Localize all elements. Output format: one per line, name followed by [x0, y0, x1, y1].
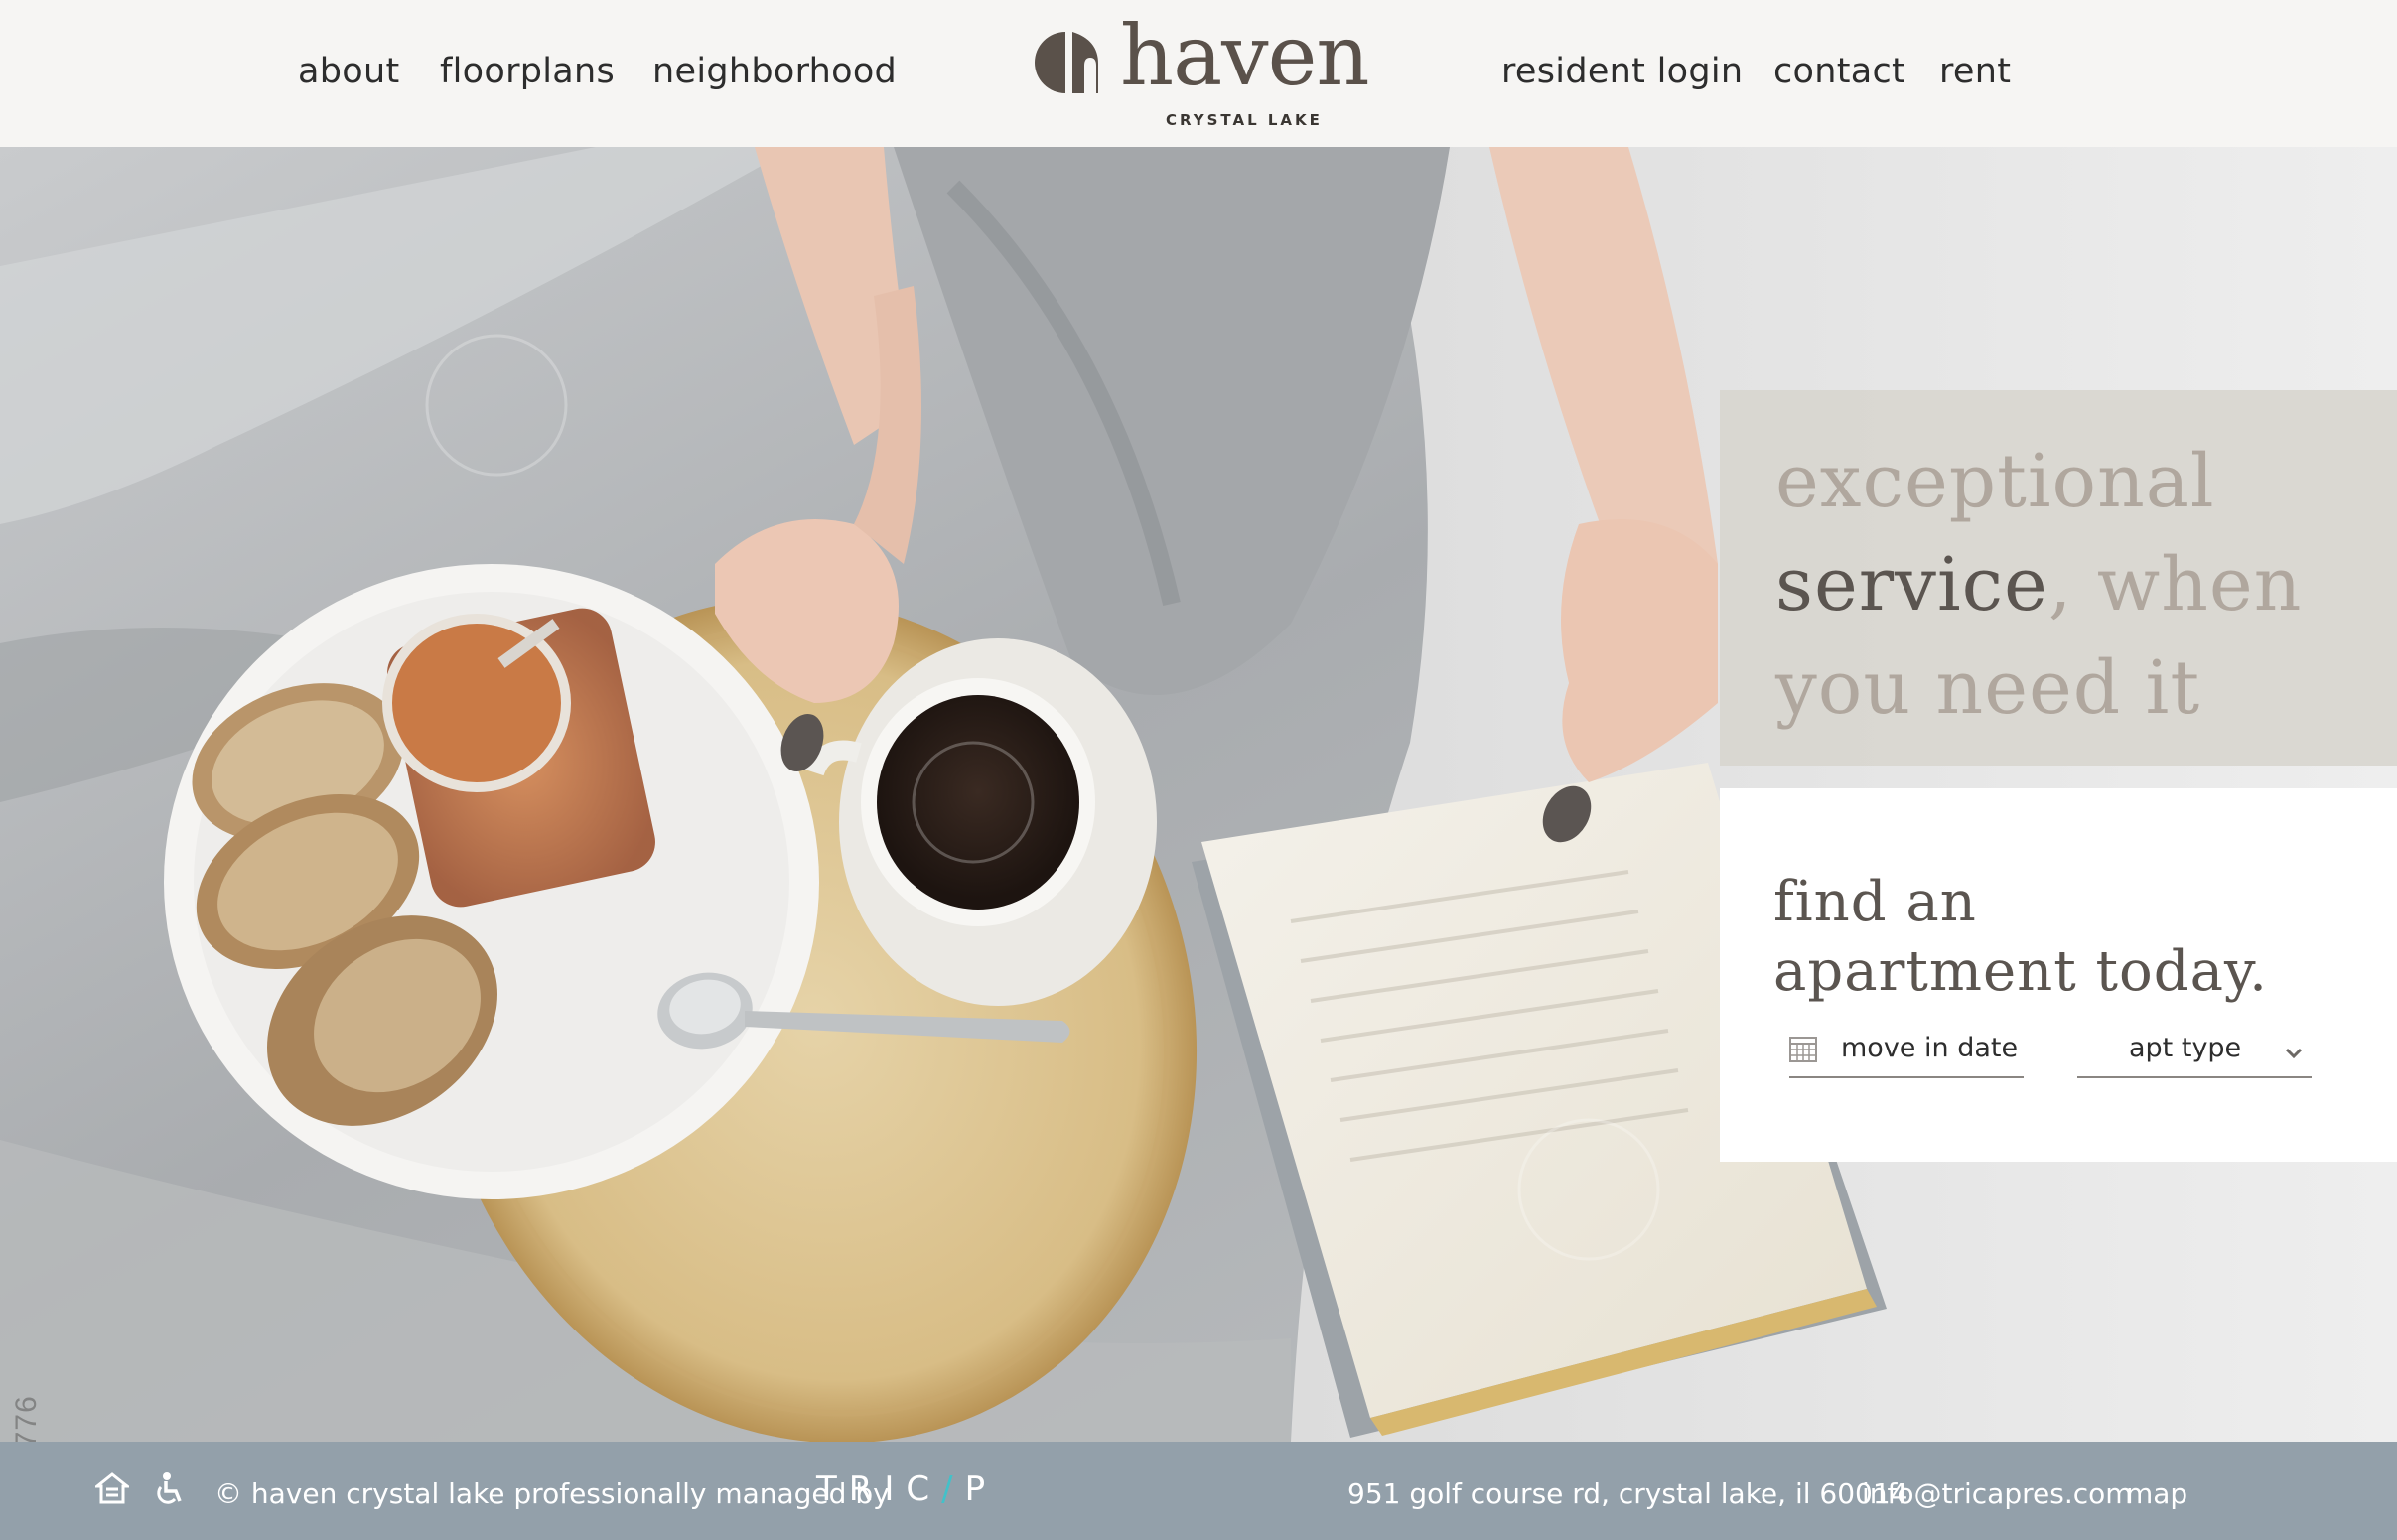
move-in-date-label: move in date — [1841, 1033, 2019, 1063]
nav-about[interactable]: about — [298, 52, 399, 91]
nav-resident-login[interactable]: resident login — [1501, 52, 1743, 91]
footer-copyright: © haven crystal lake professionally mana… — [214, 1477, 890, 1510]
logo-wordmark: haven — [1120, 7, 1369, 104]
apt-type-select[interactable]: apt type — [2077, 1025, 2312, 1078]
logo-subtitle: CRYSTAL LAKE — [1166, 111, 1323, 129]
search-title-line-1: find an — [1773, 870, 1977, 934]
tricap-logo-accent: / — [941, 1470, 965, 1509]
footer-map-link[interactable]: map — [2126, 1477, 2187, 1510]
tagline-panel: exceptional service, when you need it — [1720, 390, 2397, 766]
photo-watermark-id: com/1615776 — [10, 1395, 44, 1442]
apartment-search-panel: find an apartment today. move in date ap… — [1720, 788, 2397, 1162]
site-header: about floorplans neighborhood haven CRYS… — [0, 0, 2397, 147]
equal-housing-icon — [95, 1472, 129, 1504]
tagline-line-3: you need it — [1775, 645, 2201, 731]
nav-rent[interactable]: rent — [1939, 52, 2011, 91]
accessibility-icon — [157, 1472, 182, 1504]
footer-address: 951 golf course rd, crystal lake, il 600… — [1347, 1477, 1908, 1510]
search-title: find an apartment today. — [1773, 868, 2268, 1007]
move-in-date-field[interactable]: move in date — [1789, 1025, 2024, 1078]
nav-contact[interactable]: contact — [1773, 52, 1905, 91]
h-monogram-icon — [1035, 32, 1098, 93]
tricap-logo-part-1: TRIC — [816, 1470, 942, 1509]
apt-type-label: apt type — [2129, 1033, 2242, 1063]
site-footer: © haven crystal lake professionally mana… — [0, 1442, 2397, 1540]
tricap-logo-part-2: P — [964, 1470, 998, 1509]
tagline-strong-word: service — [1775, 542, 2048, 628]
footer-email-link[interactable]: info@tricapres.com — [1862, 1477, 2133, 1510]
haven-logo[interactable]: haven CRYSTAL LAKE — [1033, 14, 1369, 131]
tricap-logo[interactable]: TRIC/P — [816, 1470, 997, 1509]
calendar-icon — [1789, 1037, 1817, 1062]
tagline-line-1: exceptional — [1775, 439, 2215, 524]
nav-floorplans[interactable]: floorplans — [440, 52, 615, 91]
search-title-line-2: apartment today. — [1773, 939, 2268, 1004]
tagline-text: exceptional service, when you need it — [1775, 430, 2302, 740]
chevron-down-icon — [2285, 1048, 2303, 1059]
tagline-line-2-rest: , when — [2047, 542, 2303, 628]
nav-neighborhood[interactable]: neighborhood — [652, 52, 897, 91]
